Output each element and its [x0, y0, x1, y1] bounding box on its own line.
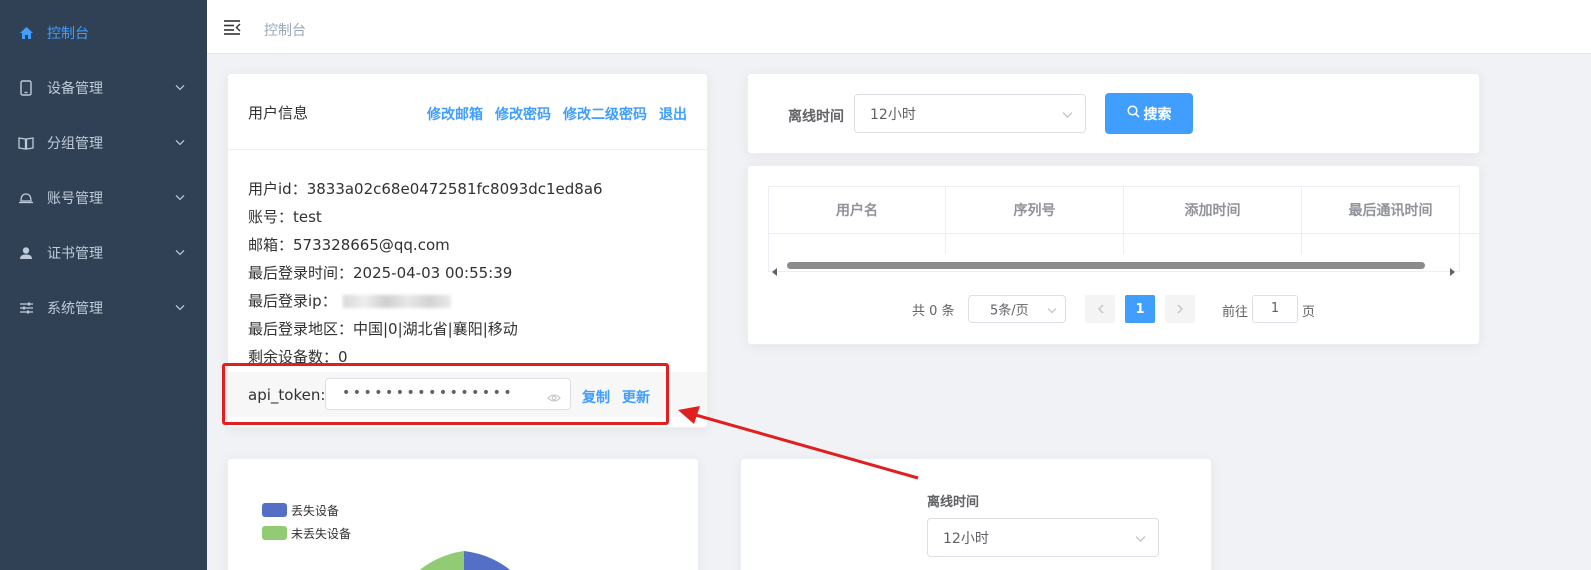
table-empty-cell: [1302, 234, 1460, 254]
column-header: 序列号: [946, 187, 1124, 234]
legend-swatch-not-lost: [262, 526, 287, 540]
table-empty-cell: [769, 234, 946, 254]
legend-label-lost: 丢失设备: [291, 504, 340, 518]
navbar: 控制台: [207, 0, 1591, 54]
offline-time-label: 离线时间: [927, 495, 980, 510]
chevron-right-icon: [1177, 304, 1183, 314]
sidebar-item-dashboard[interactable]: 控制台: [0, 5, 207, 60]
sidebar-item-label: 系统管理: [47, 300, 103, 317]
chevron-down-icon: [1135, 527, 1146, 546]
sidebar-item-system[interactable]: 系统管理: [0, 280, 207, 335]
change-second-password-link[interactable]: 修改二级密码: [563, 104, 647, 124]
pie-slice-lost: [464, 551, 511, 570]
select-value: 12小时: [943, 530, 989, 547]
change-email-link[interactable]: 修改邮箱: [427, 104, 483, 124]
pie-slice-not-lost: [419, 551, 464, 570]
legend-swatch-lost: [262, 503, 287, 517]
chevron-down-icon: [1047, 299, 1057, 318]
pagination-total: 共 0 条: [912, 304, 955, 319]
card-title: 用户信息: [248, 104, 309, 122]
sliders-icon: [18, 300, 34, 316]
offline-time-label: 离线时间: [788, 109, 844, 125]
last-login-ip-label: 最后登录ip：: [248, 292, 337, 310]
chevron-down-icon: [175, 243, 185, 259]
email: 邮箱：573328665@qq.com: [248, 236, 450, 254]
user-icon: [18, 245, 34, 261]
chevron-down-icon: [175, 188, 185, 204]
scroll-right-icon[interactable]: [1449, 261, 1455, 280]
last-login-region: 最后登录地区：中国|0|湖北省|襄阳|移动: [248, 320, 518, 338]
offline-time-select[interactable]: 12小时: [854, 94, 1086, 133]
home-icon: [18, 25, 34, 41]
filter-card: 离线时间 12小时 搜索: [747, 73, 1480, 154]
logout-link[interactable]: 退出: [659, 104, 687, 124]
annotation-highlight-box: [222, 363, 669, 425]
select-value: 5条/页: [990, 303, 1029, 319]
page-button[interactable]: 1: [1125, 295, 1155, 323]
select-value: 12小时: [870, 106, 916, 123]
chevron-left-icon: [1097, 304, 1103, 314]
column-header: 添加时间: [1124, 187, 1302, 234]
redacted-ip: [342, 295, 451, 308]
column-header: 用户名: [769, 187, 946, 234]
page-size-select[interactable]: 5条/页: [968, 295, 1066, 323]
horizontal-scrollbar[interactable]: [769, 259, 1459, 276]
column-header: 最后通讯时间: [1302, 187, 1480, 234]
divider: [228, 149, 707, 150]
menu-fold-icon[interactable]: [223, 19, 241, 35]
change-password-link[interactable]: 修改密码: [495, 104, 551, 124]
sidebar-item-label: 设备管理: [47, 80, 103, 97]
user-actions: 修改邮箱 修改密码 修改二级密码 退出: [427, 104, 687, 124]
chevron-down-icon: [175, 298, 185, 314]
scrollbar-thumb[interactable]: [787, 262, 1425, 269]
bell-icon: [18, 190, 34, 206]
device-table: 用户名 序列号 添加时间 最后通讯时间: [768, 186, 1480, 276]
sidebar-item-accounts[interactable]: 账号管理: [0, 170, 207, 225]
sidebar-item-certificates[interactable]: 证书管理: [0, 225, 207, 280]
prev-page-button[interactable]: [1085, 295, 1115, 323]
last-login-time: 最后登录时间：2025-04-03 00:55:39: [248, 264, 513, 282]
user-id: 用户id：3833a02c68e0472581fc8093dc1ed8a6: [248, 180, 603, 198]
search-button[interactable]: 搜索: [1105, 93, 1193, 134]
scroll-left-icon[interactable]: [772, 261, 778, 280]
pie-chart: [419, 551, 511, 570]
account: 账号：test: [248, 208, 322, 226]
annotation-arrow-icon: [678, 406, 919, 480]
goto-suffix: 页: [1302, 305, 1316, 320]
sidebar-item-devices[interactable]: 设备管理: [0, 60, 207, 115]
chevron-down-icon: [175, 78, 185, 94]
table-empty-cell: [1124, 234, 1302, 254]
search-button-label: 搜索: [1143, 106, 1172, 123]
table-empty-cell: [946, 234, 1124, 254]
sidebar-item-label: 账号管理: [47, 190, 103, 207]
sidebar-item-groups[interactable]: 分组管理: [0, 115, 207, 170]
sidebar-item-label: 证书管理: [47, 245, 103, 262]
next-page-button[interactable]: [1165, 295, 1195, 323]
legend-label-not-lost: 未丢失设备: [291, 527, 352, 541]
sidebar: 控制台 设备管理 分组管理 账号管理 证书管理 系统管理: [0, 0, 207, 570]
breadcrumb[interactable]: 控制台: [264, 20, 306, 40]
device-pie-card: 丢失设备 未丢失设备: [227, 458, 699, 570]
tablet-icon: [18, 79, 34, 96]
search-icon: [1126, 105, 1140, 122]
goto-page-input[interactable]: 1: [1252, 295, 1298, 323]
chevron-down-icon: [1062, 103, 1073, 122]
sidebar-item-label: 分组管理: [47, 135, 103, 152]
sidebar-item-label: 控制台: [47, 25, 89, 42]
device-table-card: 用户名 序列号 添加时间 最后通讯时间 共 0 条 5条/页 1 前往 1 页: [747, 165, 1480, 345]
book-icon: [18, 135, 34, 151]
chevron-down-icon: [175, 133, 185, 149]
offline-time-select[interactable]: 12小时: [927, 518, 1159, 557]
last-login-ip-row: 最后登录ip：: [248, 290, 451, 311]
goto-prefix: 前往: [1222, 305, 1249, 320]
